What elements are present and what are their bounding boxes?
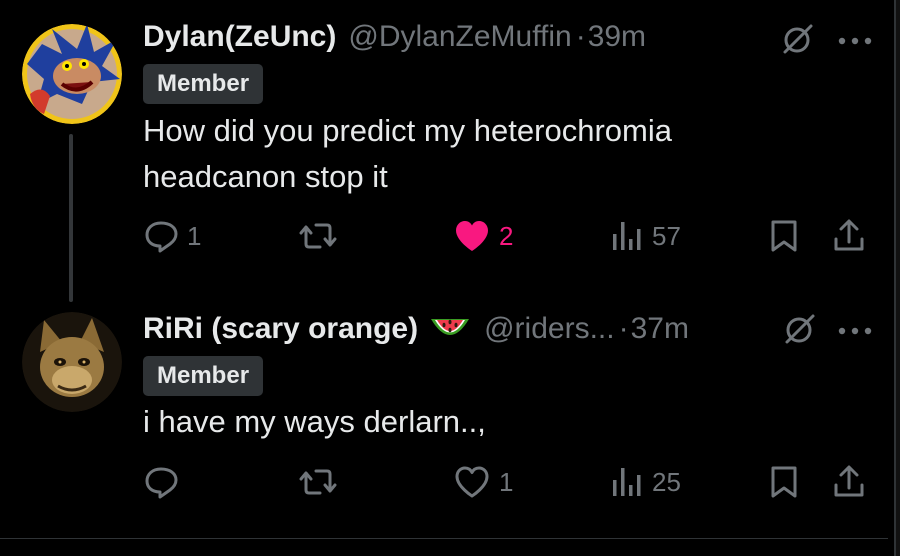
- divider: [0, 538, 888, 539]
- heart-filled-icon: [456, 221, 488, 251]
- reply-button[interactable]: 1: [143, 214, 201, 258]
- user-handle[interactable]: @DylanZeMuffin: [348, 19, 571, 55]
- post-text: How did you predict my heterochromia hea…: [143, 108, 793, 200]
- repost-icon: [299, 469, 337, 495]
- window-edge: [888, 0, 900, 556]
- display-name[interactable]: RiRi (scary orange): [143, 311, 418, 347]
- post-header: RiRi (scary orange) @riders... · 37m: [143, 311, 689, 347]
- post-text: i have my ways derlarn..,: [143, 399, 793, 445]
- post-text-line: headcanon stop it: [143, 159, 388, 194]
- post-header: Dylan(ZeUnc) @DylanZeMuffin · 39m: [143, 19, 646, 55]
- like-button[interactable]: 2: [453, 214, 513, 258]
- avatar[interactable]: [22, 312, 122, 412]
- more-options-icon[interactable]: [836, 324, 876, 336]
- reply-icon: [145, 221, 178, 253]
- watermelon-icon: [428, 311, 472, 347]
- action-bar: 1 2 57: [143, 214, 878, 258]
- separator-dot: ·: [575, 20, 586, 53]
- share-button[interactable]: [831, 460, 867, 504]
- user-handle[interactable]: @riders...: [484, 311, 614, 347]
- bookmark-button[interactable]: [768, 214, 800, 258]
- views-button[interactable]: 57: [610, 214, 681, 258]
- like-count: 1: [499, 466, 514, 497]
- avatar[interactable]: [22, 24, 122, 124]
- like-button[interactable]: 1: [453, 460, 513, 504]
- views-count: 25: [652, 466, 681, 497]
- share-icon: [834, 219, 864, 251]
- bookmark-icon: [771, 220, 797, 252]
- heart-outline-icon: [455, 466, 489, 498]
- separator-dot: ·: [618, 312, 629, 345]
- like-count: 2: [499, 220, 514, 251]
- post-text-line: How did you predict my heterochromia: [143, 113, 672, 148]
- more-options-icon[interactable]: [836, 34, 876, 46]
- post-riri[interactable]: RiRi (scary orange) @riders... · 37m Mem…: [0, 300, 888, 536]
- timestamp[interactable]: 39m: [588, 19, 646, 55]
- grok-icon[interactable]: [779, 22, 815, 58]
- repost-button[interactable]: [298, 214, 346, 258]
- views-button[interactable]: 25: [610, 460, 681, 504]
- display-name[interactable]: Dylan(ZeUnc): [143, 19, 336, 55]
- repost-icon: [299, 223, 337, 249]
- post-dylan[interactable]: Dylan(ZeUnc) @DylanZeMuffin · 39m Member…: [0, 0, 888, 290]
- reply-button[interactable]: [143, 460, 187, 504]
- member-badge: Member: [143, 356, 264, 396]
- views-chart-icon: [613, 222, 641, 250]
- member-badge: Member: [143, 64, 264, 104]
- bookmark-icon: [771, 466, 797, 498]
- action-bar: 1 25: [143, 460, 878, 504]
- grok-icon[interactable]: [781, 312, 817, 348]
- reply-icon: [145, 467, 178, 499]
- bookmark-button[interactable]: [768, 460, 800, 504]
- views-count: 57: [652, 220, 681, 251]
- timestamp[interactable]: 37m: [631, 311, 689, 347]
- share-icon: [834, 465, 864, 497]
- evil-hedgehog-avatar-icon: [22, 24, 122, 124]
- reply-count: 1: [187, 220, 202, 251]
- creepy-fox-avatar-icon: [22, 312, 122, 412]
- share-button[interactable]: [831, 214, 867, 258]
- repost-button[interactable]: [298, 460, 346, 504]
- post-text-line: i have my ways derlarn..,: [143, 404, 486, 439]
- views-chart-icon: [613, 468, 641, 496]
